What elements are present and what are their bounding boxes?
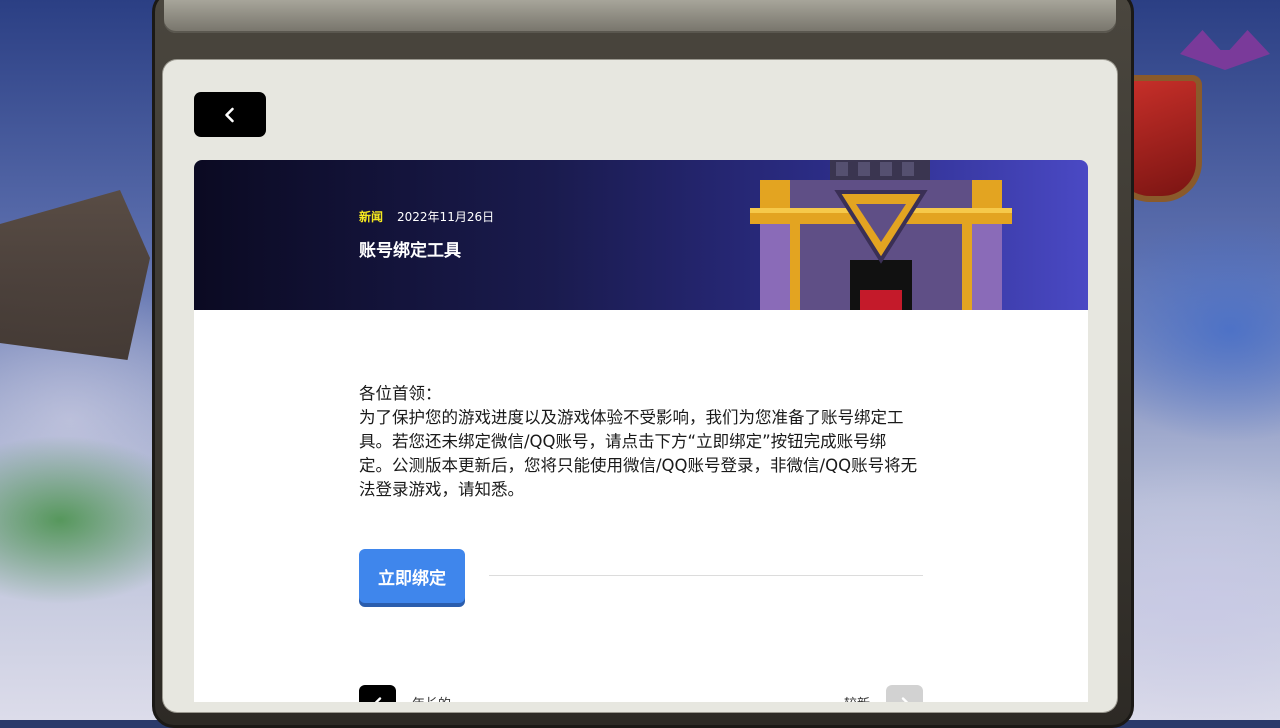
article-body: 各位首领： 为了保护您的游戏进度以及游戏体验不受影响，我们为您准备了账号绑定工具…	[359, 382, 919, 502]
newer-article-link[interactable]: 较新	[844, 685, 923, 702]
chevron-left-icon	[373, 696, 381, 702]
bat-illustration	[1180, 30, 1270, 70]
divider	[489, 575, 923, 576]
chevron-left-icon	[225, 107, 234, 122]
chevron-right-icon	[901, 696, 909, 702]
newer-label: 较新	[844, 693, 870, 702]
back-button[interactable]	[194, 92, 266, 137]
article-greeting: 各位首领：	[359, 384, 442, 403]
article-date: 2022年11月26日	[397, 210, 495, 224]
top-bar	[164, 0, 1116, 33]
town-hall-illustration	[750, 160, 1012, 310]
older-label: 年长的	[412, 693, 451, 702]
article-title: 账号绑定工具	[359, 241, 461, 261]
article-category: 新闻	[359, 210, 384, 224]
article-paragraph: 为了保护您的游戏进度以及游戏体验不受影响，我们为您准备了账号绑定工具。若您还未绑…	[359, 408, 918, 499]
airship-illustration	[0, 190, 150, 360]
article-card: 新闻 2022年11月26日 账号绑定工具 各位首领： 为了保护您的游戏进度以及…	[194, 160, 1088, 702]
older-arrow-button[interactable]	[359, 685, 396, 702]
bind-now-button[interactable]: 立即绑定	[359, 549, 465, 603]
older-article-link[interactable]: 年长的	[359, 685, 451, 702]
newer-arrow-button[interactable]	[886, 685, 923, 702]
article-banner: 新闻 2022年11月26日 账号绑定工具	[194, 160, 1088, 310]
